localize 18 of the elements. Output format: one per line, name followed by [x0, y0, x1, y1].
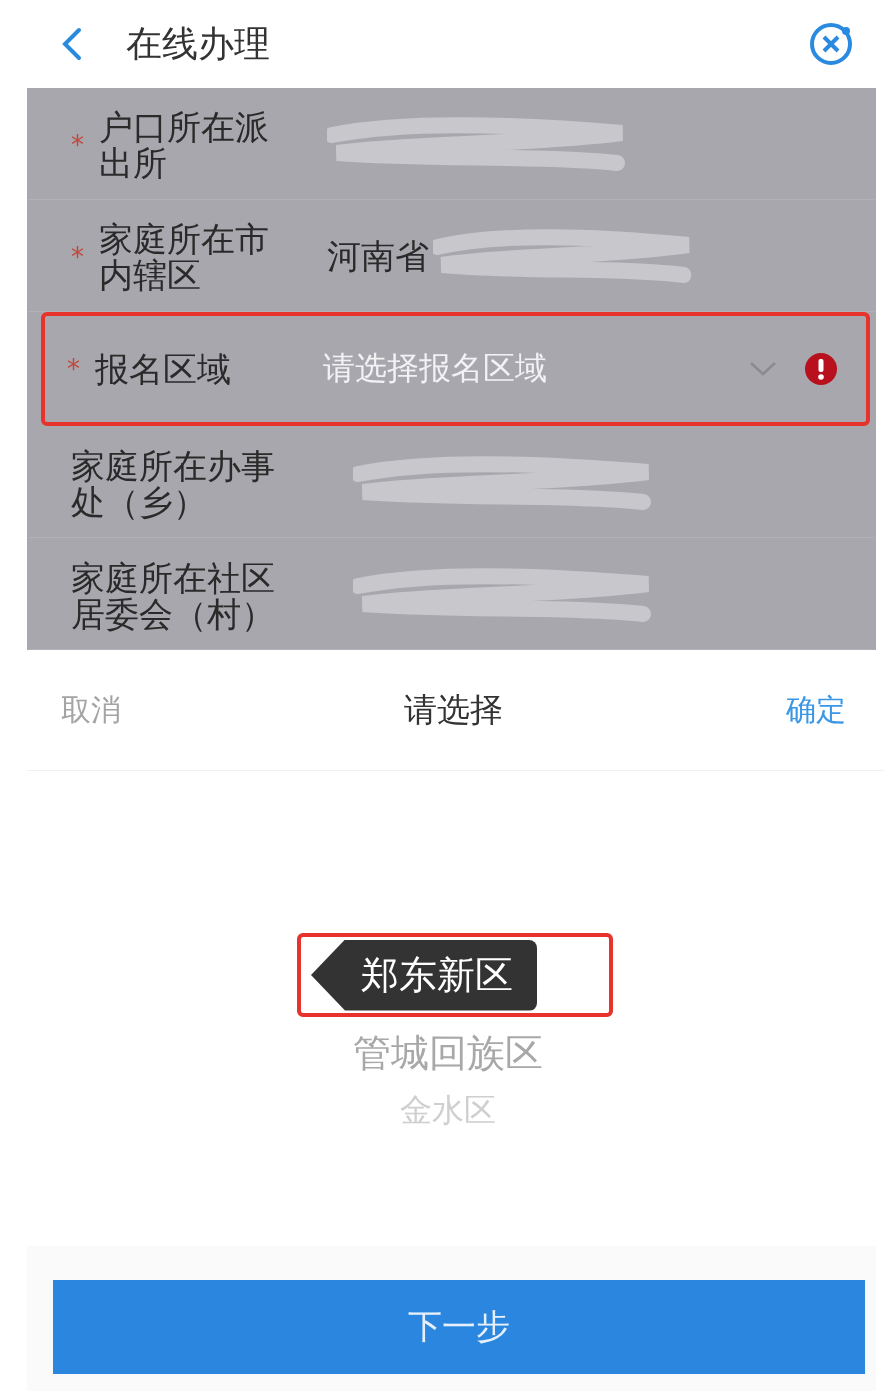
required-mark: *: [71, 242, 85, 273]
required-mark: *: [67, 354, 81, 384]
picker-title: 请选择: [404, 688, 503, 731]
form-row[interactable]: 家庭所在社区居委会（村）: [27, 538, 876, 650]
confirm-button[interactable]: 确定: [782, 685, 850, 735]
field-label: 家庭所在市内辖区: [99, 221, 270, 294]
field-value: 河南省: [327, 235, 429, 279]
picker-option-callout[interactable]: 郑东新区: [311, 939, 537, 1011]
required-mark: *: [71, 130, 85, 161]
form-row[interactable]: 家庭所在办事处（乡）: [27, 426, 876, 539]
field-label: 家庭所在办事处（乡）: [71, 447, 276, 520]
page-title: 在线办理: [126, 21, 271, 66]
next-step-button[interactable]: 下一步: [53, 1280, 865, 1374]
field-placeholder: 请选择报名区域: [323, 348, 547, 389]
highlighted-form-row[interactable]: * 报名区域 请选择报名区域: [41, 311, 870, 427]
field-label: 家庭所在社区居委会（村）: [71, 559, 276, 632]
field-label: 报名区域: [95, 351, 232, 387]
field-label: 户口所在派出所: [99, 109, 270, 182]
